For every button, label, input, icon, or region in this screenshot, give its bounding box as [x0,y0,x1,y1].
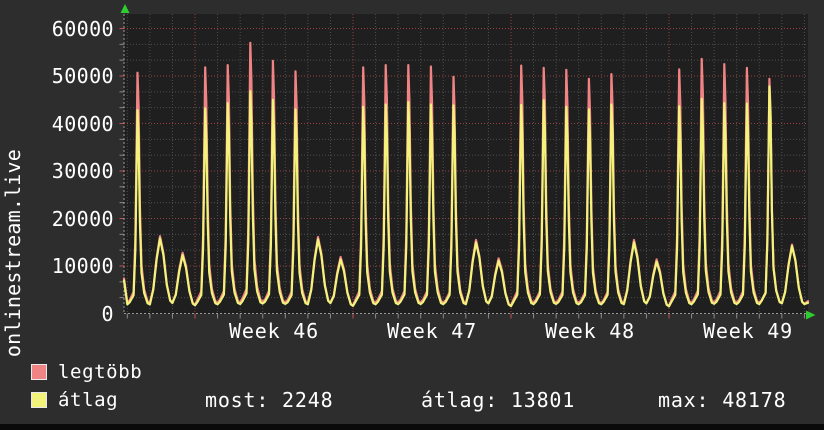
legend-label-avg: átlag [58,389,119,411]
legend-swatch-avg-icon [31,392,47,408]
x-axis-label: Week 49 [703,319,793,343]
legend-swatch-max-icon [31,364,47,380]
x-axis-label: Week 46 [229,319,319,343]
y-axis-label: 60000 [51,16,114,41]
y-axis-label: 50000 [51,64,114,88]
legend-label-max: legtöbb [58,361,143,383]
legend-item-max: legtöbb [31,362,142,382]
stat-current: most: 2248 [205,388,334,412]
x-axis-label: Week 47 [387,319,477,343]
y-axis-label: 40000 [51,111,114,136]
monitoring-graph: 0 10000 20000 30000 40000 50000 60000 Week 46 We… [0,0,824,430]
x-axis-label: Week 48 [545,319,635,343]
bottom-strip [0,424,824,430]
stat-max: max: 48178 [658,388,787,412]
legend-item-avg: átlag [31,390,118,410]
stat-average: átlag: 13801 [421,388,576,412]
vertical-axis-title: onlinestream.live [1,148,25,358]
